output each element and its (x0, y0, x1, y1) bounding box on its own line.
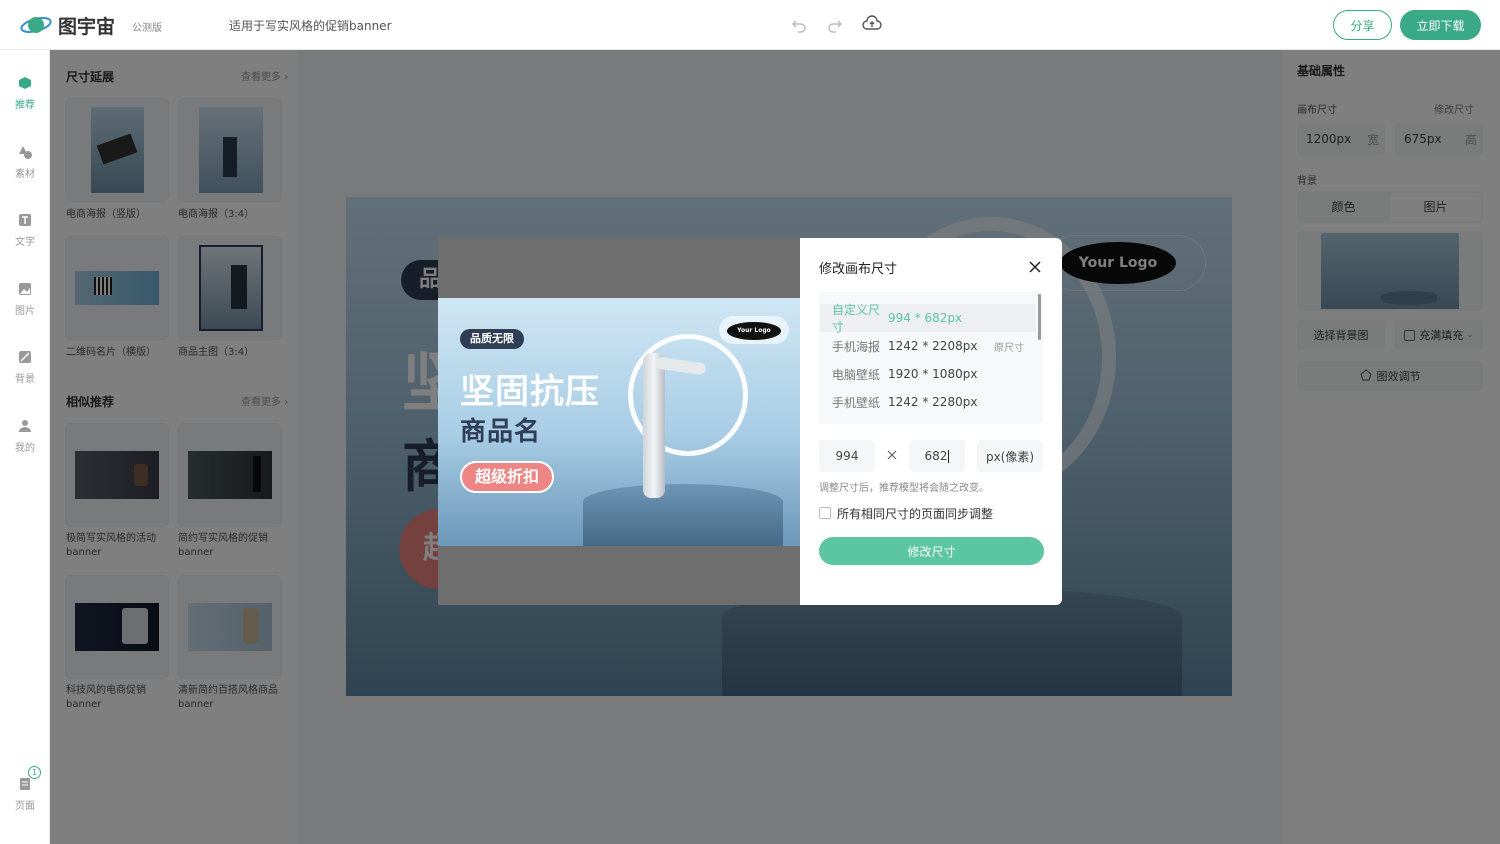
image-icon (18, 282, 32, 296)
height-input[interactable]: 682 (909, 440, 965, 472)
redo-icon[interactable] (826, 16, 844, 34)
height-input-value: 682 (924, 449, 948, 463)
nav-item-mine[interactable]: 我的 (0, 419, 50, 454)
nav-label: 背景 (15, 374, 35, 385)
nav-item-material[interactable]: 素材 (0, 145, 50, 180)
preview-badge-text: 品质无限 (470, 332, 514, 345)
nav-item-text[interactable]: 文字 (0, 213, 50, 248)
preset-option-phone-wallpaper[interactable]: 手机壁纸 1242 * 2280px (820, 388, 1036, 416)
preset-name: 自定义尺寸 (832, 303, 881, 334)
preview-logo: Your Logo (727, 322, 781, 340)
preset-value: 1920 * 1080px (888, 367, 978, 381)
width-input[interactable]: 994 (819, 440, 875, 472)
preset-value: 994 * 682px (888, 311, 963, 325)
user-icon (18, 419, 32, 433)
width-input-value: 994 (835, 449, 859, 463)
top-header: 图宇宙 公测版 适用于写实风格的促销banner 分享 立即下载 (0, 0, 1500, 50)
left-nav: 推荐 素材 文字 图片 背景 我的 页面 1 (0, 50, 50, 844)
dialog-title: 修改画布尺寸 (819, 262, 898, 277)
shapes-icon (18, 145, 32, 159)
sync-checkbox[interactable] (819, 507, 831, 519)
preview-logo-text: Your Logo (737, 327, 771, 334)
nav-label: 图片 (15, 306, 35, 317)
preview-pedestal (583, 484, 783, 546)
nav-label: 文字 (15, 237, 35, 248)
resize-dialog: 修改画布尺寸 自定义尺寸 994 * 682px 手机海报 1242 * 220… (800, 238, 1062, 605)
preset-option-phone-poster[interactable]: 手机海报 1242 * 2208px 原尺寸 (820, 332, 1036, 360)
nav-item-pages[interactable]: 页面 (0, 777, 50, 812)
nav-label: 我的 (15, 443, 35, 454)
preset-name: 手机壁纸 (832, 395, 881, 410)
preset-value: 1242 * 2208px (888, 339, 978, 353)
preset-name: 电脑壁纸 (832, 367, 881, 382)
preset-tag: 原尺寸 (994, 342, 1024, 354)
preview-subline: 商品名 (460, 417, 542, 447)
pages-icon (18, 777, 32, 791)
background-icon (18, 350, 32, 364)
nav-item-recommend[interactable]: 推荐 (0, 76, 50, 111)
pages-count-badge: 1 (28, 766, 41, 779)
text-cursor (948, 449, 950, 463)
recommend-icon (18, 76, 32, 90)
submit-resize-button[interactable]: 修改尺寸 (819, 537, 1044, 565)
preset-list-scrollbar[interactable] (1038, 294, 1041, 340)
unit-label: px(像素) (985, 449, 1035, 464)
share-button[interactable]: 分享 (1333, 10, 1392, 40)
sync-label[interactable]: 所有相同尺寸的页面同步调整 (837, 505, 993, 522)
close-icon[interactable] (1028, 260, 1042, 274)
cloud-save-icon[interactable] (862, 15, 882, 33)
door-lock-image (643, 353, 665, 498)
preview-cta-text: 超级折扣 (474, 467, 539, 486)
document-title[interactable]: 适用于写实风格的促销banner (229, 17, 392, 34)
dialog-preview-area: 品质无限 坚固抗压 商品名 超级折扣 Your Logo (438, 238, 800, 605)
preset-option-custom[interactable]: 自定义尺寸 994 * 682px (820, 303, 1036, 334)
preview-cta: 超级折扣 (460, 461, 554, 493)
nav-label: 页面 (15, 801, 35, 812)
nav-label: 推荐 (15, 100, 35, 111)
nav-label: 素材 (15, 169, 35, 180)
preset-option-pc-wallpaper[interactable]: 电脑壁纸 1920 * 1080px (820, 360, 1036, 388)
undo-icon[interactable] (790, 16, 808, 34)
preset-value: 1242 * 2280px (888, 395, 978, 409)
preset-name: 手机海报 (832, 339, 881, 354)
brand-name[interactable]: 图宇宙 (58, 12, 115, 39)
preview-image: 品质无限 坚固抗压 商品名 超级折扣 Your Logo (438, 298, 800, 546)
brand-logo-icon[interactable] (20, 12, 52, 38)
download-button[interactable]: 立即下载 (1400, 10, 1481, 40)
beta-tag: 公测版 (132, 23, 162, 34)
nav-item-image[interactable]: 图片 (0, 282, 50, 317)
text-icon (18, 213, 32, 227)
resize-hint: 调整尺寸后，推荐模型将会随之改变。 (819, 483, 989, 494)
nav-item-background[interactable]: 背景 (0, 350, 50, 385)
preview-badge: 品质无限 (460, 329, 524, 349)
preview-headline: 坚固抗压 (460, 372, 600, 412)
unit-select[interactable]: px(像素) (977, 440, 1043, 472)
multiply-icon (886, 449, 898, 461)
